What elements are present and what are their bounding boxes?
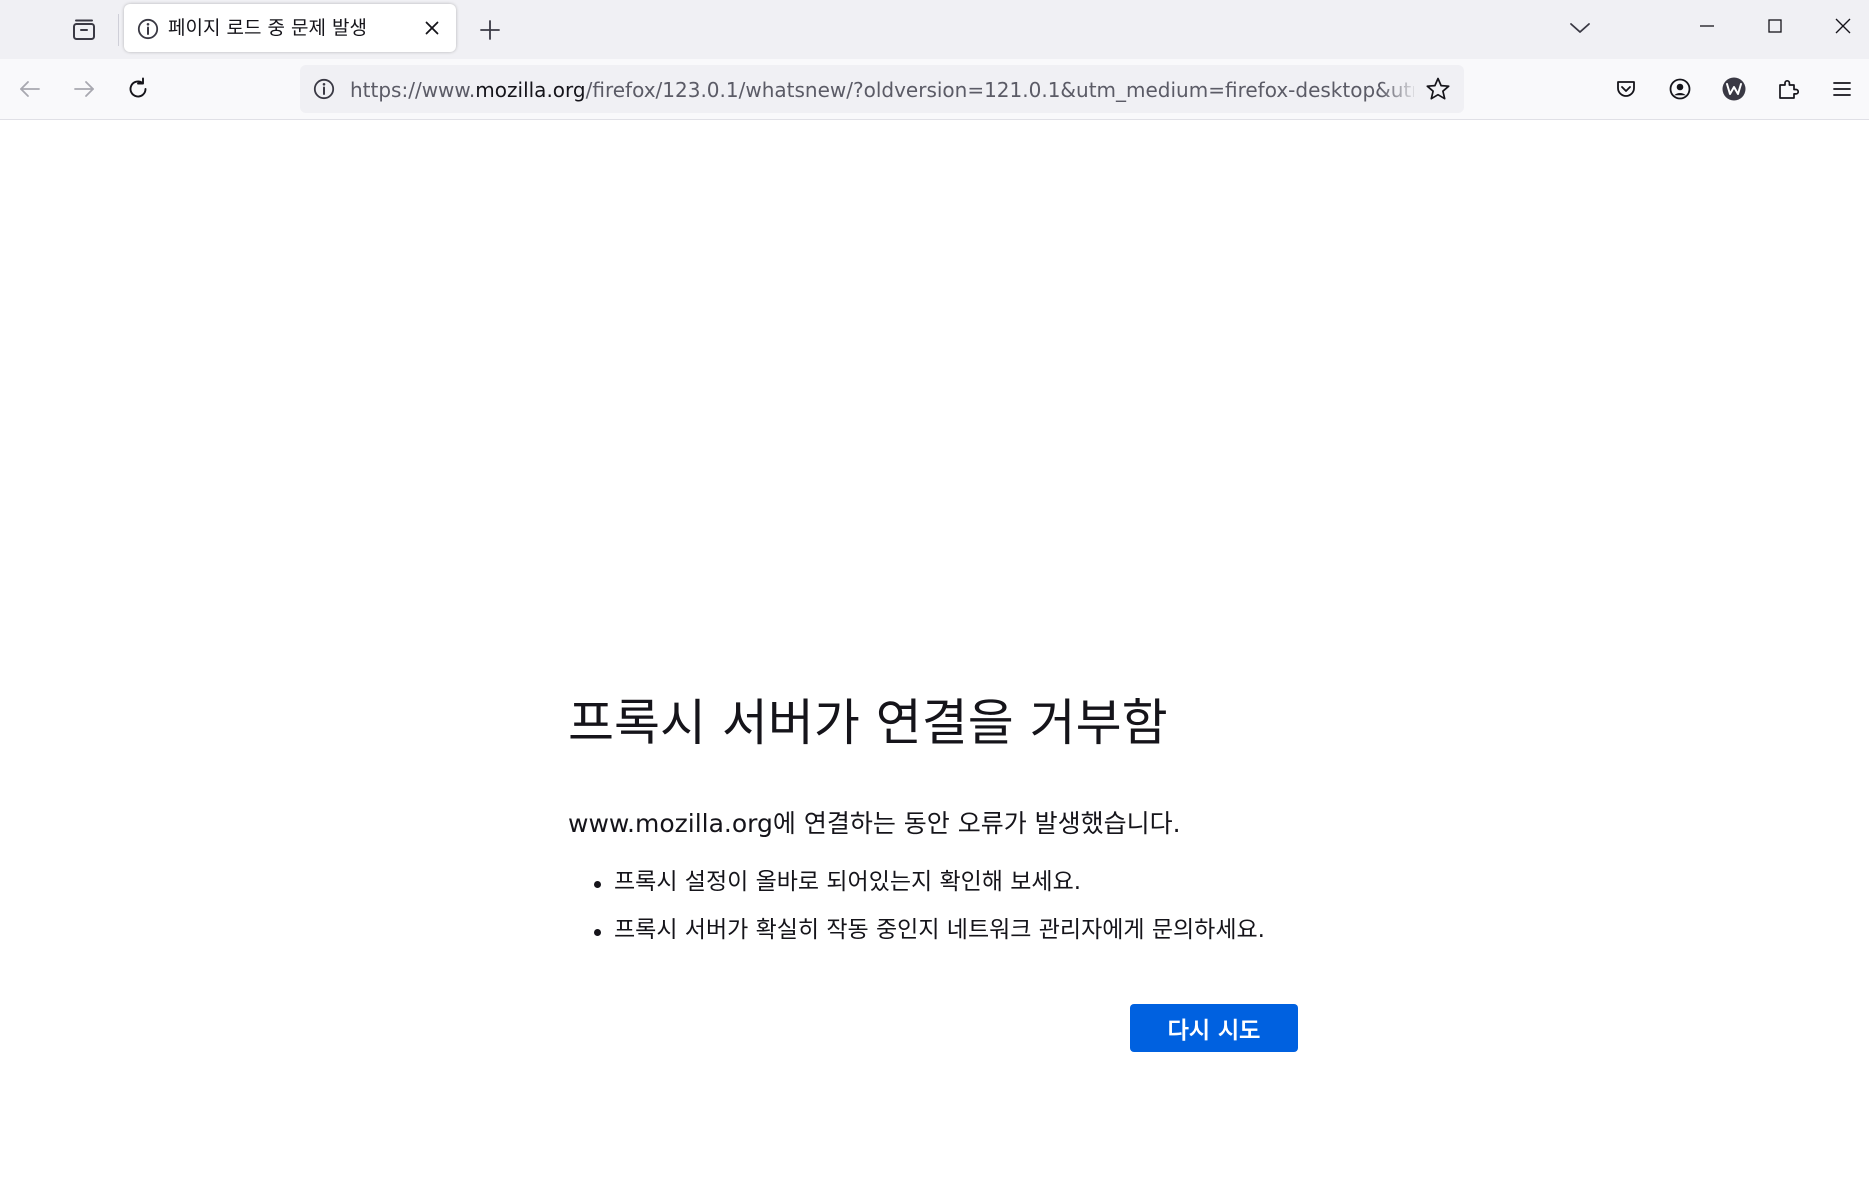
star-icon	[1426, 77, 1450, 100]
tab-divider	[118, 14, 119, 46]
error-description: www.mozilla.org에 연결하는 동안 오류가 발생했습니다.	[568, 809, 1181, 838]
close-icon	[425, 21, 439, 35]
window-maximize-button[interactable]	[1748, 0, 1802, 52]
info-icon	[136, 17, 160, 41]
url-bar[interactable]: https://www.mozilla.org/firefox/123.0.1/…	[300, 65, 1464, 113]
tab-close-button[interactable]	[418, 14, 446, 42]
hamburger-menu-icon	[1833, 82, 1851, 96]
try-again-button[interactable]: 다시 시도	[1130, 1004, 1298, 1052]
url-fade	[1380, 71, 1420, 107]
info-icon	[313, 78, 335, 100]
tab-active[interactable]: 페이지 로드 중 문제 발생	[124, 4, 456, 52]
error-title: 프록시 서버가 연결을 거부함	[568, 694, 1168, 752]
close-icon	[1835, 18, 1851, 34]
bookmark-star-button[interactable]	[1422, 73, 1454, 105]
account-button[interactable]	[1660, 69, 1700, 109]
url-prefix: https://www.	[350, 78, 476, 102]
tab-strip: 페이지 로드 중 문제 발생	[0, 0, 1869, 59]
list-all-tabs-button[interactable]	[1560, 8, 1600, 48]
app-menu-button[interactable]	[1822, 69, 1862, 109]
navigation-toolbar: https://www.mozilla.org/firefox/123.0.1/…	[0, 59, 1869, 120]
chevron-down-icon	[1570, 23, 1590, 33]
reload-icon	[129, 77, 147, 98]
plus-icon	[480, 20, 500, 40]
firefox-view-icon	[73, 19, 95, 40]
arrow-right-icon	[74, 81, 94, 97]
url-path: /firefox/123.0.1/whatsnew/?oldversion=12…	[585, 78, 1414, 102]
extensions-button[interactable]	[1768, 69, 1808, 109]
maximize-icon	[1768, 19, 1782, 33]
tab-title: 페이지 로드 중 문제 발생	[168, 17, 367, 39]
url-text[interactable]: https://www.mozilla.org/firefox/123.0.1/…	[350, 77, 1414, 103]
puzzle-icon	[1779, 79, 1800, 99]
list-item: 프록시 서버가 확실히 작동 중인지 네트워크 관리자에게 문의하세요.	[594, 914, 1376, 962]
firefox-view-button[interactable]	[64, 10, 104, 50]
window-minimize-button[interactable]	[1680, 0, 1734, 52]
extension-w-button[interactable]	[1714, 69, 1754, 109]
reload-button[interactable]	[118, 69, 158, 109]
pocket-button[interactable]	[1606, 69, 1646, 109]
error-suggestions: 프록시 설정이 올바로 되어있는지 확인해 보세요. 프록시 서버가 확실히 작…	[594, 866, 1376, 962]
minimize-icon	[1700, 25, 1714, 27]
new-tab-button[interactable]	[470, 10, 510, 50]
forward-button[interactable]	[64, 69, 104, 109]
window-close-button[interactable]	[1816, 0, 1869, 52]
list-item: 프록시 설정이 올바로 되어있는지 확인해 보세요.	[594, 866, 1376, 914]
back-button[interactable]	[10, 69, 50, 109]
site-info-button[interactable]	[308, 73, 340, 105]
account-icon	[1669, 78, 1691, 100]
arrow-left-icon	[20, 81, 40, 97]
url-host: mozilla.org	[475, 78, 586, 102]
extension-w-icon	[1722, 77, 1746, 101]
pocket-icon	[1617, 81, 1635, 97]
